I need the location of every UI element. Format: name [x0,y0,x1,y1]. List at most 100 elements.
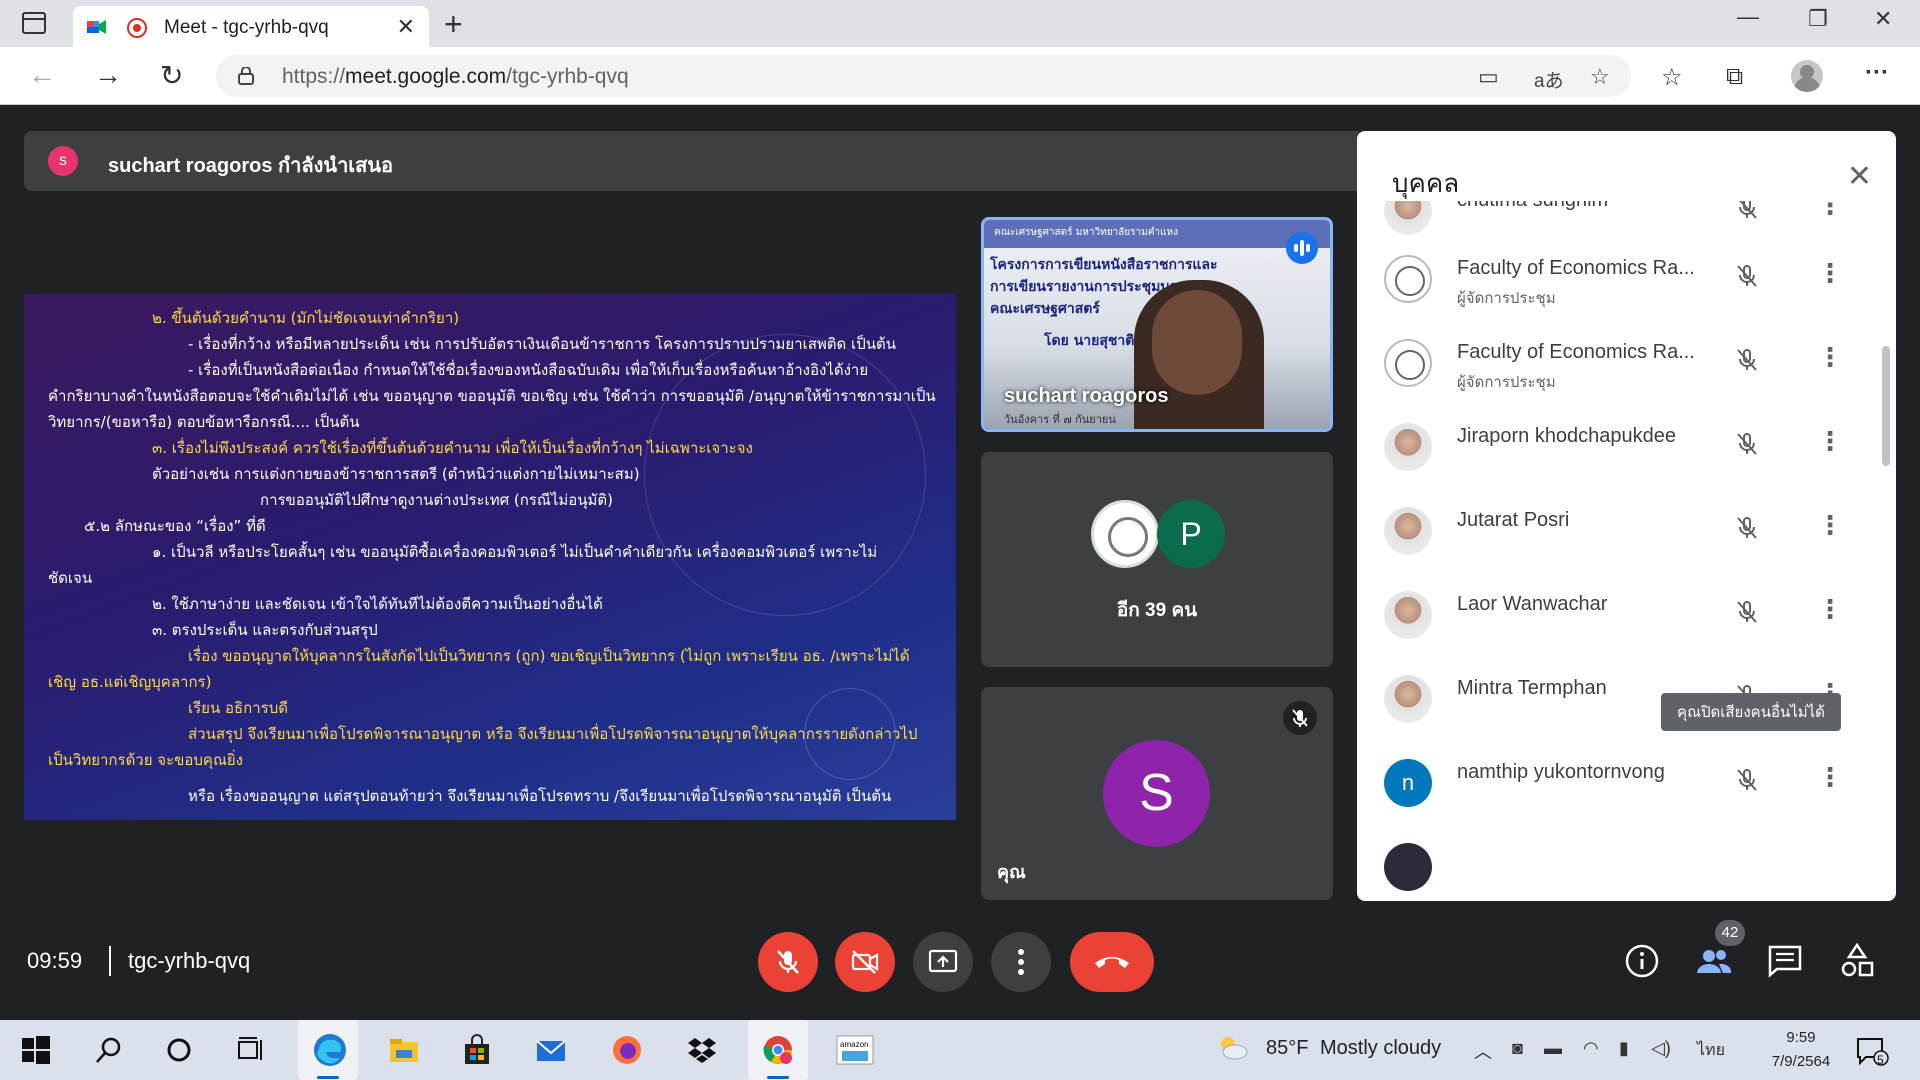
more-options-icon[interactable]: ⋮ [1817,510,1843,541]
system-time[interactable]: 9:59 [1766,1029,1836,1046]
camera-off-icon [851,950,879,974]
file-explorer-icon[interactable] [388,1034,420,1066]
participant-row[interactable]: Jutarat Posri ⋮ [1357,486,1896,570]
presentation-banner: s suchart roagoros กำลังนำเสนอ [24,131,1364,191]
more-options-button[interactable] [991,932,1051,992]
video-tile-self[interactable]: S คุณ [981,687,1333,900]
participant-row[interactable]: Faculty of Economics Ra... ผู้จัดการประช… [1357,234,1896,318]
slide-line: เชิญ อธ.แต่เชิญบุคลากร) [48,673,212,691]
firefox-icon[interactable] [611,1034,643,1066]
tab-actions-icon[interactable] [22,12,46,34]
participant-row[interactable]: n namthip yukontornvong ⋮ [1357,738,1896,822]
mic-toggle-button[interactable] [758,932,818,992]
cortana-icon[interactable] [163,1034,195,1066]
participant-name: chutima sungnim [1457,201,1608,212]
participant-avatar [1384,339,1432,387]
camera-in-use-icon[interactable]: ▭ [1478,64,1499,90]
speaking-indicator-icon [1286,232,1318,264]
more-options-icon[interactable]: ⋮ [1817,426,1843,457]
more-options-icon[interactable]: ⋮ [1817,258,1843,289]
search-icon[interactable] [93,1034,125,1066]
minimize-icon[interactable]: — [1737,4,1759,30]
windows-start-icon[interactable] [20,1034,52,1066]
participant-row[interactable]: Faculty of Economics Ra... ผู้จัดการประช… [1357,318,1896,402]
slide-line: การขออนุมัติไปศึกษาดูงานต่างประเทศ (กรณี… [260,491,613,509]
panel-scrollbar[interactable] [1882,346,1890,466]
people-icon[interactable] [1693,941,1733,981]
hang-up-icon [1095,957,1129,968]
leave-call-button[interactable] [1070,932,1154,992]
input-language[interactable]: ไทย [1697,1038,1725,1063]
battery-icon[interactable]: ▬ [1544,1038,1562,1059]
more-vert-icon [1018,949,1024,975]
mic-off-icon[interactable] [1734,201,1760,221]
profile-avatar[interactable] [1791,60,1823,92]
tab-close-icon[interactable]: ✕ [397,14,415,40]
mic-off-icon[interactable] [1734,431,1760,457]
amazon-icon[interactable]: amazon [836,1034,874,1066]
edge-icon[interactable] [312,1032,348,1068]
browser-toolbar: ← → ↻ https://meet.google.com/tgc-yrhb-q… [0,47,1920,105]
mic-off-icon [777,950,799,974]
wifi-icon[interactable]: ◠ [1583,1038,1599,1059]
tray-device-icon[interactable]: ◙ [1512,1038,1523,1059]
back-icon[interactable]: ← [28,59,56,91]
task-view-icon[interactable] [235,1034,267,1066]
url-text[interactable]: https://meet.google.com/tgc-yrhb-qvq [282,65,629,89]
mic-off-icon[interactable] [1734,263,1760,289]
tray-expand-icon[interactable]: ︿ [1474,1038,1492,1064]
new-tab-icon[interactable]: + [444,6,463,43]
more-options-icon[interactable]: ⋮ [1817,594,1843,625]
mic-off-icon[interactable] [1734,515,1760,541]
self-avatar: S [1103,740,1210,847]
participant-avatar [1384,507,1432,555]
slide-line: - เรื่องที่เป็นหนังสือต่อเนื่อง กำหนดให้… [188,361,869,379]
add-favorite-icon[interactable]: ☆ [1590,64,1610,90]
browser-tab-meet[interactable]: Meet - tgc-yrhb-qvq ✕ [73,6,429,47]
weather-text[interactable]: Mostly cloudy [1320,1037,1441,1060]
camera-toggle-button[interactable] [835,932,895,992]
more-options-icon[interactable]: ⋮ [1817,342,1843,373]
close-panel-icon[interactable]: ✕ [1847,159,1872,194]
forward-icon[interactable]: → [94,59,122,91]
collections-icon[interactable]: ⧉ [1726,63,1743,91]
meeting-details-icon[interactable] [1622,941,1662,981]
participant-row[interactable] [1357,822,1896,901]
participant-list[interactable]: chutima sungnim ⋮ Faculty of Economics R… [1357,201,1896,901]
more-options-icon[interactable]: ⋮ [1817,201,1843,221]
chat-icon[interactable] [1765,941,1805,981]
store-icon[interactable] [461,1034,493,1066]
people-panel-title: บุคคล [1392,168,1460,198]
participant-role: ผู้จัดการประชุม [1457,290,1556,307]
address-bar[interactable]: https://meet.google.com/tgc-yrhb-qvq ▭ a… [216,55,1631,97]
present-button[interactable] [913,932,973,992]
chrome-icon[interactable] [762,1034,794,1066]
activities-icon[interactable] [1837,941,1877,981]
dropbox-icon[interactable] [686,1034,718,1066]
mic-off-icon[interactable] [1734,599,1760,625]
participant-row[interactable]: Laor Wanwachar ⋮ [1357,570,1896,654]
notification-count: 5 [1877,1053,1884,1067]
mic-off-icon[interactable] [1734,347,1760,373]
favorites-icon[interactable]: ☆ [1661,63,1683,92]
window-close-icon[interactable]: ✕ [1874,6,1892,32]
mic-off-icon[interactable] [1734,767,1760,793]
participant-row[interactable]: Jiraporn khodchapukdee ⋮ [1357,402,1896,486]
presented-slide: ๒. ขึ้นต้นด้วยคำนาม (มักไม่ชัดเจนเท่าคำก… [24,294,956,820]
settings-more-icon[interactable]: ··· [1865,59,1889,87]
restore-icon[interactable]: ❐ [1808,6,1828,32]
video-tile-others[interactable]: P อีก 39 คน [981,452,1333,667]
participant-role: ผู้จัดการประชุม [1457,374,1556,391]
participant-avatar: n [1384,759,1432,807]
reload-icon[interactable]: ↻ [160,59,183,92]
translate-icon[interactable]: aあ [1534,66,1564,93]
video-tile-speaker[interactable]: คณะเศรษฐศาสตร์ มหาวิทยาลัยรามคำแหง โครงก… [981,217,1333,432]
weather-cloudy-icon[interactable] [1216,1034,1248,1062]
system-date[interactable]: 7/9/2564 [1756,1053,1846,1070]
weather-temp[interactable]: 85°F [1266,1037,1308,1060]
mail-icon[interactable] [535,1034,567,1066]
more-options-icon[interactable]: ⋮ [1817,762,1843,793]
microphone-tray-icon[interactable]: ▮ [1619,1038,1629,1059]
lock-icon[interactable] [238,67,254,85]
volume-icon[interactable]: ◁) [1651,1038,1671,1059]
